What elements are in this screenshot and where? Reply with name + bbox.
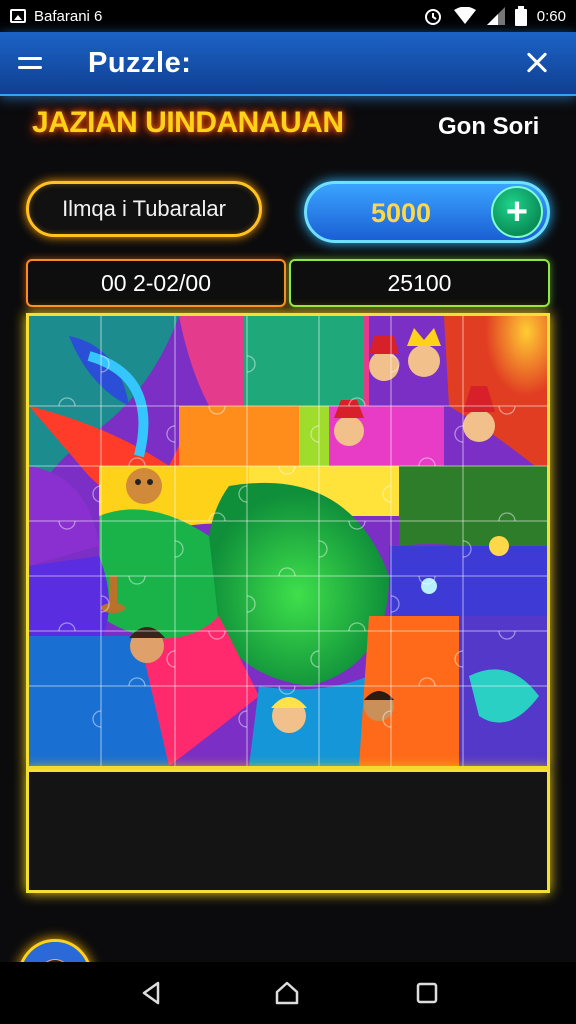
hamburger-icon	[18, 57, 42, 60]
signal-icon	[486, 7, 505, 25]
puzzle-image	[29, 316, 547, 766]
coin-value: 5000	[371, 198, 432, 228]
puzzle-board[interactable]	[26, 313, 550, 769]
coin-counter: 5000 +	[304, 181, 550, 243]
add-coins-button[interactable]: +	[491, 186, 543, 238]
timer-value: 00 2-02/00	[101, 269, 211, 296]
image-selector-button[interactable]: Ilmqa i Tubaralar	[26, 181, 262, 237]
app-bar: Puzzle:	[0, 32, 576, 96]
score-display: 25100	[289, 259, 550, 307]
score-value: 25100	[387, 269, 452, 296]
back-triangle-icon[interactable]	[136, 978, 166, 1008]
wifi-icon	[453, 7, 476, 24]
alarm-icon	[424, 9, 441, 25]
status-bar: Bafarani 6 0:60	[0, 0, 576, 32]
battery-icon	[514, 6, 527, 26]
piece-tray[interactable]	[26, 769, 550, 893]
game-title: JAZIAN UINDANAUAN	[32, 106, 344, 139]
close-button[interactable]	[520, 46, 554, 80]
menu-button[interactable]	[18, 43, 58, 83]
status-text: Bafarani 6	[34, 7, 103, 25]
home-icon[interactable]	[272, 978, 302, 1008]
image-icon	[10, 9, 26, 23]
header-link[interactable]: Gon Sori	[438, 113, 539, 141]
recents-square-icon[interactable]	[412, 978, 442, 1008]
app-title: Puzzle:	[88, 46, 192, 79]
status-time: 0:60	[536, 7, 566, 25]
timer-display: 00 2-02/00	[26, 259, 286, 307]
plus-icon: +	[505, 191, 529, 233]
image-selector-label: Ilmqa i Tubaralar	[62, 196, 226, 221]
navigation-bar	[0, 962, 576, 1024]
